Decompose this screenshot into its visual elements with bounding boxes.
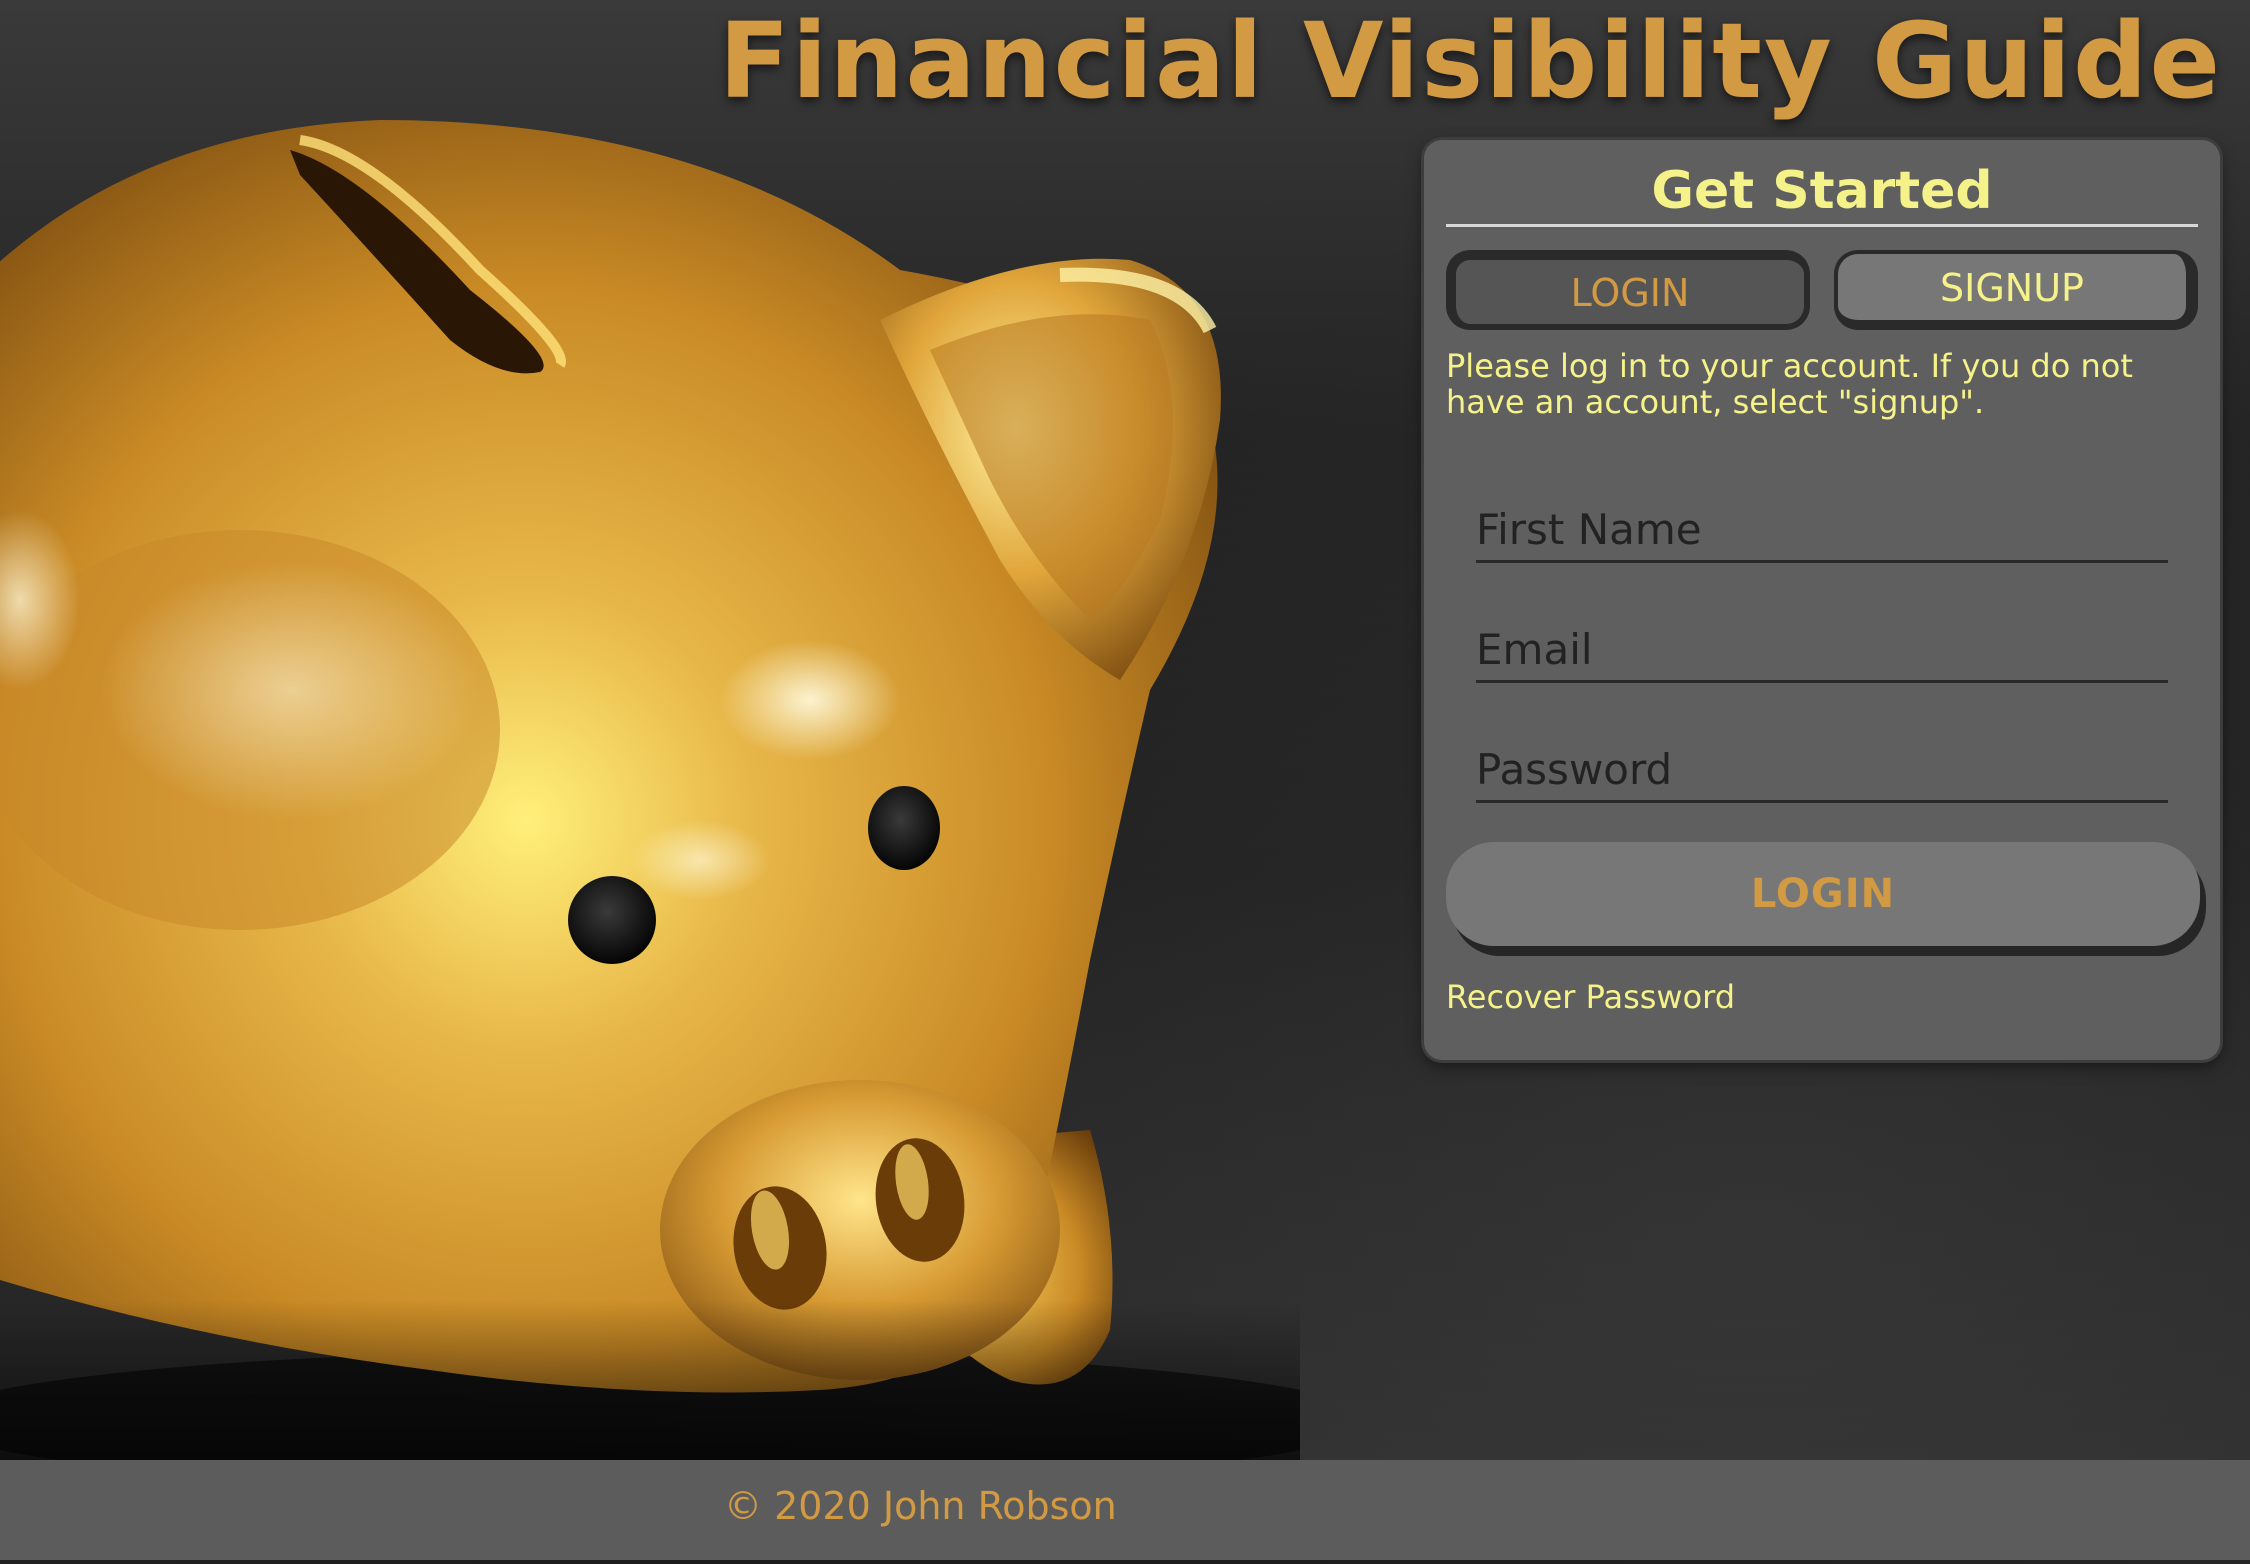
get-started-panel: Get Started LOGIN SIGNUP Please log in t…	[1424, 140, 2220, 1060]
panel-title: Get Started	[1446, 158, 2198, 227]
piggy-bank-image	[0, 120, 1300, 1460]
tab-signup[interactable]: SIGNUP	[1834, 250, 2198, 330]
footer: © 2020 John Robson	[0, 1460, 2250, 1560]
first-name-field[interactable]	[1476, 498, 2168, 563]
tab-login[interactable]: LOGIN	[1446, 250, 1810, 330]
email-field[interactable]	[1476, 618, 2168, 683]
password-field[interactable]	[1476, 738, 2168, 803]
login-instructions: Please log in to your account. If you do…	[1446, 347, 2133, 421]
site-title: Financial Visibility Guide	[718, 0, 2222, 122]
login-button[interactable]: LOGIN	[1446, 842, 2200, 946]
copyright-text: © 2020 John Robson	[724, 1484, 1117, 1528]
page-background: Financial Visibility Guide Get Started L…	[0, 0, 2250, 1460]
recover-password-link[interactable]: Recover Password	[1446, 978, 1735, 1016]
